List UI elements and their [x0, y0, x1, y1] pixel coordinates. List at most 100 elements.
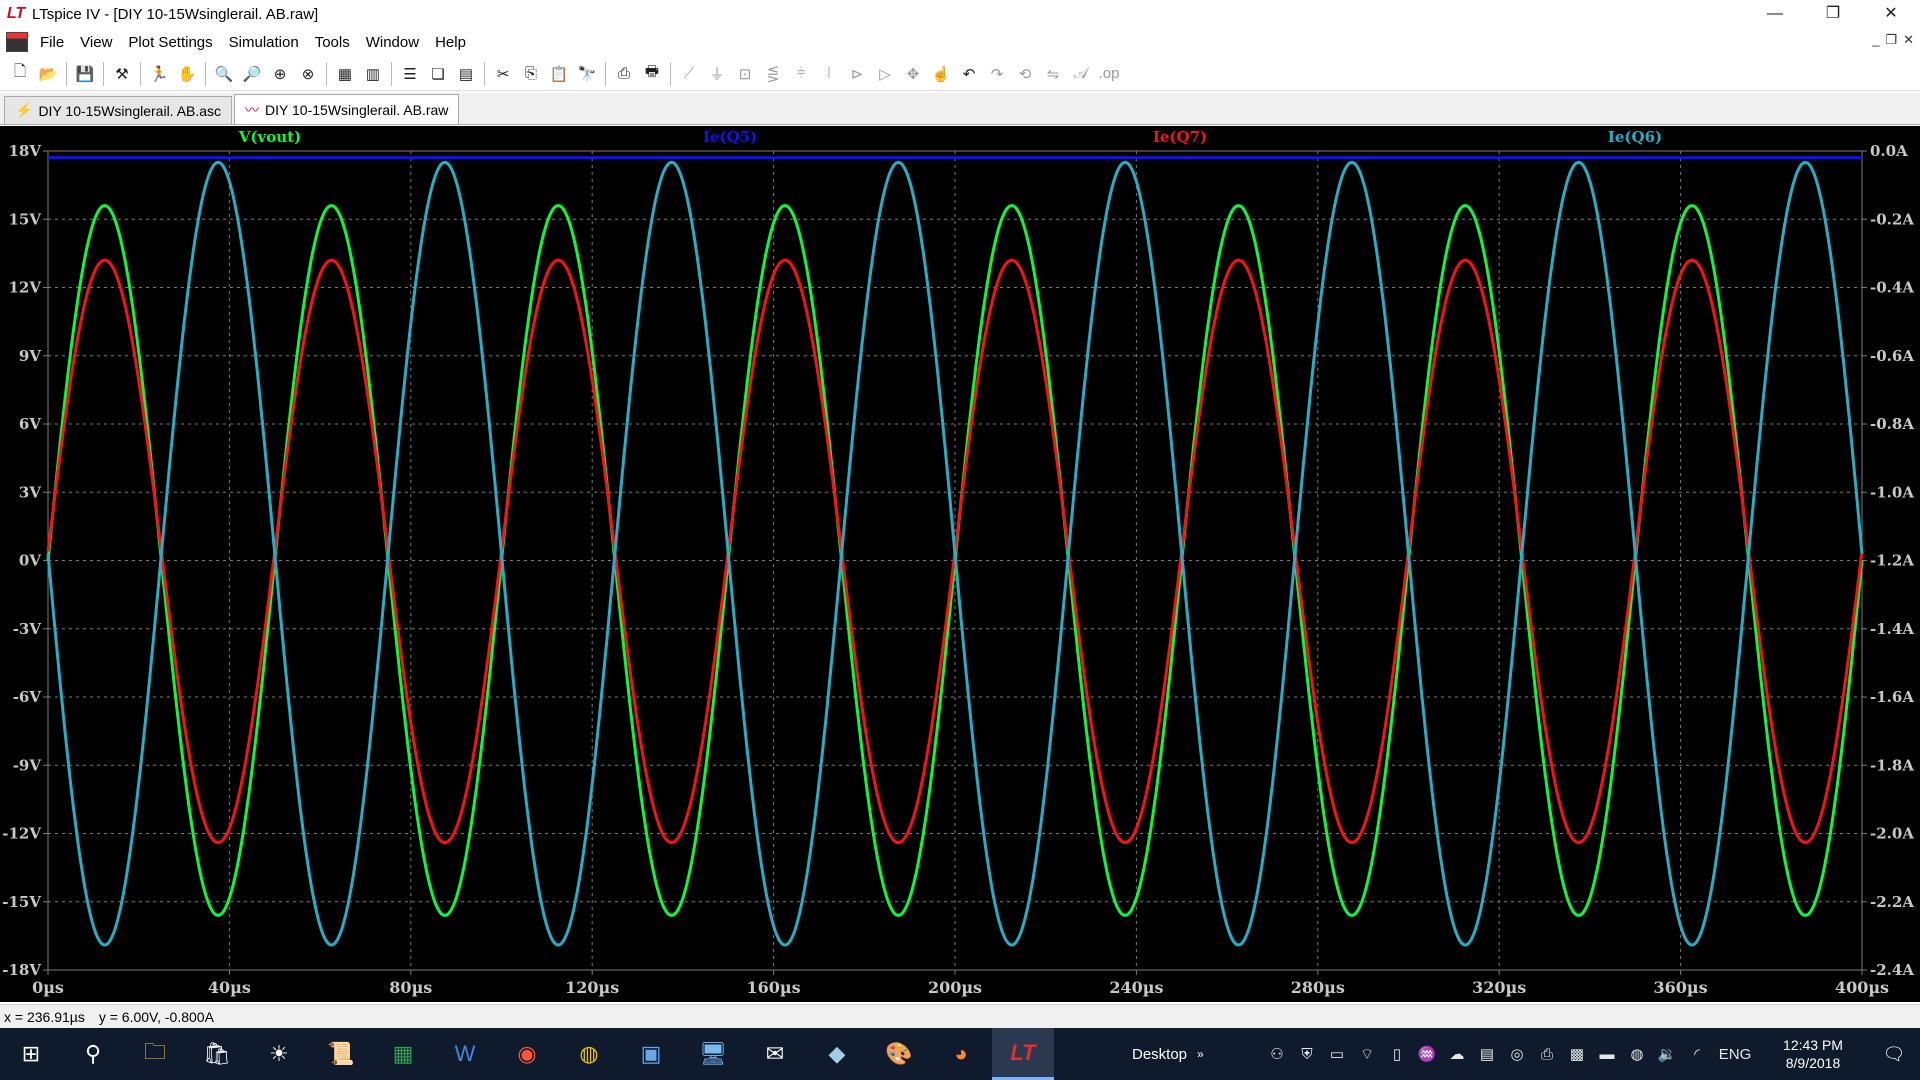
mirror-icon[interactable]: ⇋: [1040, 61, 1066, 87]
run-icon[interactable]: 🏃: [146, 61, 172, 87]
restore-button[interactable]: ❐: [1804, 0, 1862, 28]
tab-schematic[interactable]: ⚡ DIY 10-15Wsinglerail. AB.asc: [4, 96, 233, 124]
diode-icon[interactable]: ⊳: [844, 61, 870, 87]
drag-icon[interactable]: ☝: [928, 61, 954, 87]
action-center-icon[interactable]: 🗨: [1868, 1044, 1920, 1065]
network-adapter-icon[interactable]: ▭: [1322, 1045, 1352, 1063]
waveform-chart[interactable]: 0µs 40µs 80µs 120µs 160µs 200µs 240µs 280µs 320µ…: [0, 126, 1920, 1002]
chrome-icon[interactable]: ◍: [558, 1028, 620, 1080]
remote-desktop-icon[interactable]: 🖥: [682, 1028, 744, 1080]
save-icon[interactable]: 💾: [72, 61, 98, 87]
file-explorer-icon[interactable]: 🗀: [124, 1028, 186, 1080]
rotate-icon[interactable]: ⟲: [1012, 61, 1038, 87]
spice-directive-icon[interactable]: .op: [1096, 61, 1122, 87]
excel-icon[interactable]: ▦: [372, 1028, 434, 1080]
chrome-tray-icon[interactable]: ◍: [1622, 1045, 1652, 1063]
ground-icon[interactable]: ⏚: [704, 61, 730, 87]
media-icon[interactable]: ◉: [496, 1028, 558, 1080]
trace-label[interactable]: Ie(Q6): [1608, 128, 1662, 146]
menu-plot-settings[interactable]: Plot Settings: [120, 34, 220, 51]
desktop-toolbar[interactable]: Desktop »: [1132, 1028, 1204, 1080]
weather-sun-icon[interactable]: ☀: [248, 1028, 310, 1080]
word-icon[interactable]: W: [434, 1028, 496, 1080]
wire-icon[interactable]: ⟋: [676, 61, 702, 87]
tile-horizontal-icon[interactable]: ☰: [397, 61, 423, 87]
control-panel-icon[interactable]: ⚒: [109, 61, 135, 87]
halt-icon[interactable]: ✋: [174, 61, 200, 87]
printer-icon[interactable]: ⎙: [1532, 1046, 1562, 1063]
language-indicator[interactable]: ENG: [1712, 1046, 1758, 1063]
label-net-icon[interactable]: ⊡: [732, 61, 758, 87]
zoom-fit-icon[interactable]: ⊕: [267, 61, 293, 87]
capacitor-icon[interactable]: ⫩: [788, 61, 814, 87]
expand-chevron-icon[interactable]: »: [1197, 1047, 1204, 1061]
clock[interactable]: 12:43 PM 8/9/2018: [1758, 1036, 1868, 1072]
autorange-icon[interactable]: ▦: [332, 61, 358, 87]
control-panel-icon[interactable]: ▣: [620, 1028, 682, 1080]
notes-icon[interactable]: ◆: [806, 1028, 868, 1080]
mail-icon[interactable]: ✉: [744, 1028, 806, 1080]
zoom-in-icon[interactable]: 🔍: [211, 61, 237, 87]
print-icon[interactable]: 🖶: [639, 61, 665, 87]
doc-close-icon[interactable]: ✕: [1903, 32, 1914, 48]
zoom-out-icon[interactable]: 🔎: [239, 61, 265, 87]
start-windows-icon[interactable]: ⊞: [0, 1028, 62, 1080]
paste-icon[interactable]: 📋: [546, 61, 572, 87]
menu-view[interactable]: View: [72, 34, 120, 51]
ltspice-taskbar-icon[interactable]: LT: [992, 1028, 1054, 1080]
app-tray-icon[interactable]: ♒: [1412, 1045, 1442, 1063]
menu-tools[interactable]: Tools: [307, 34, 358, 51]
copy-icon[interactable]: ⎘: [518, 61, 544, 87]
wifi-icon[interactable]: ◜: [1682, 1045, 1712, 1063]
open-icon[interactable]: 📂: [35, 61, 61, 87]
y-tick-label-right: -1.4A: [1870, 620, 1914, 638]
trace-label[interactable]: Ie(Q5): [703, 128, 757, 146]
search-icon[interactable]: ⚲: [62, 1028, 124, 1080]
text-icon[interactable]: 𝒜: [1068, 61, 1094, 87]
waveform-plot-pane[interactable]: 0µs 40µs 80µs 120µs 160µs 200µs 240µs 280µs 320µ…: [0, 126, 1920, 1002]
wifi-utility-icon[interactable]: ⌔: [1352, 1045, 1382, 1064]
volume-icon[interactable]: 🔉: [1652, 1045, 1682, 1063]
device-icon[interactable]: ▯: [1382, 1045, 1412, 1063]
desktop-label[interactable]: Desktop: [1132, 1046, 1187, 1063]
tab-waveform[interactable]: 〰 DIY 10-15Wsinglerail. AB.raw: [234, 94, 460, 124]
zoom-cancel-icon[interactable]: ⊗: [295, 61, 321, 87]
windows-taskbar: ⊞ ⚲ 🗀 🛍 ☀ 📜 ▦ W ◉ ◍ ▣ 🖥 ✉ ◆ 🎨 ◕ LT Deskt…: [0, 1028, 1920, 1080]
doc-minimize-icon[interactable]: _: [1872, 32, 1879, 48]
trace-label[interactable]: V(vout): [238, 128, 301, 146]
print-setup-icon[interactable]: ⎙: [611, 61, 637, 87]
paint-icon[interactable]: 🎨: [868, 1028, 930, 1080]
graphics-icon[interactable]: ▩: [1562, 1045, 1592, 1063]
minimize-button[interactable]: —: [1746, 0, 1804, 28]
doc-restore-icon[interactable]: ❐: [1885, 32, 1897, 48]
menu-window[interactable]: Window: [358, 34, 427, 51]
toolbar-divider: [670, 61, 671, 86]
document-system-menu-icon[interactable]: [6, 32, 28, 52]
undo-icon[interactable]: ↶: [956, 61, 982, 87]
menu-file[interactable]: File: [32, 34, 72, 51]
cut-icon[interactable]: ✂: [490, 61, 516, 87]
new-schematic-icon[interactable]: 🗋: [7, 61, 33, 87]
resistor-icon[interactable]: ⋚: [760, 61, 786, 87]
cascade-icon[interactable]: ❏: [425, 61, 451, 87]
globe-icon[interactable]: ◎: [1502, 1045, 1532, 1063]
find-icon[interactable]: 🔭: [574, 61, 600, 87]
firefox-icon[interactable]: ◕: [930, 1028, 992, 1080]
component-icon[interactable]: ▷: [872, 61, 898, 87]
notepad-icon[interactable]: 📜: [310, 1028, 372, 1080]
menu-simulation[interactable]: Simulation: [221, 34, 307, 51]
move-icon[interactable]: ✥: [900, 61, 926, 87]
people-icon[interactable]: ⚇: [1262, 1045, 1292, 1063]
tile-vertical-icon[interactable]: ▤: [453, 61, 479, 87]
inductor-icon[interactable]: ⦚: [816, 61, 842, 87]
trace-label[interactable]: Ie(Q7): [1153, 128, 1207, 146]
store-icon[interactable]: 🛍: [186, 1028, 248, 1080]
battery-icon[interactable]: ▬: [1592, 1046, 1622, 1063]
mark-unused-icon[interactable]: ▥: [360, 61, 386, 87]
close-button[interactable]: ✕: [1862, 0, 1920, 28]
security-shield-icon[interactable]: ⛨: [1292, 1046, 1322, 1063]
menu-help[interactable]: Help: [427, 34, 474, 51]
cloud-icon[interactable]: ☁: [1442, 1045, 1472, 1063]
display-icon[interactable]: ▤: [1472, 1045, 1502, 1063]
redo-icon[interactable]: ↷: [984, 61, 1010, 87]
